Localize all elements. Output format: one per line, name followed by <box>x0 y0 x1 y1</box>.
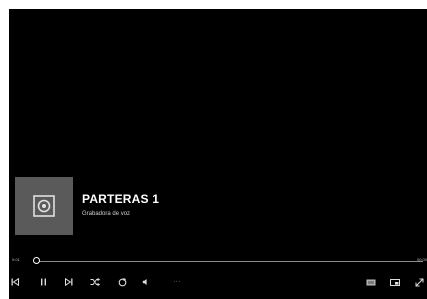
next-icon <box>65 278 73 286</box>
cast-button[interactable] <box>389 277 401 287</box>
track-subtitle: Grabadora de voz <box>82 211 131 217</box>
pause-button[interactable] <box>37 277 49 287</box>
current-time: 0:01 <box>12 257 20 262</box>
fullscreen-button[interactable] <box>413 277 425 287</box>
track-title: PARTERAS 1 <box>82 192 160 206</box>
speaker-icon <box>33 195 55 217</box>
next-button[interactable] <box>63 277 75 287</box>
cast-icon <box>390 278 400 286</box>
repeat-icon <box>118 277 126 286</box>
total-time: 00:00 <box>416 257 427 262</box>
volume-button[interactable] <box>140 277 152 287</box>
mini-view-button[interactable] <box>365 277 377 287</box>
repeat-button[interactable] <box>116 277 128 287</box>
more-icon: ··· <box>173 279 181 285</box>
media-player: PARTERAS 1 Grabadora de voz 0:01 00:00 ·… <box>9 9 427 299</box>
seek-thumb[interactable] <box>33 257 41 264</box>
shuffle-button[interactable] <box>89 277 101 287</box>
seek-bar[interactable] <box>35 261 423 262</box>
mini-view-icon <box>366 279 376 285</box>
album-art <box>15 177 73 235</box>
previous-icon <box>11 278 19 286</box>
pause-icon <box>40 278 46 286</box>
shuffle-icon <box>90 278 100 286</box>
volume-icon <box>142 279 147 285</box>
more-button[interactable]: ··· <box>169 277 185 287</box>
previous-button[interactable] <box>9 277 21 287</box>
fullscreen-icon <box>415 278 423 286</box>
